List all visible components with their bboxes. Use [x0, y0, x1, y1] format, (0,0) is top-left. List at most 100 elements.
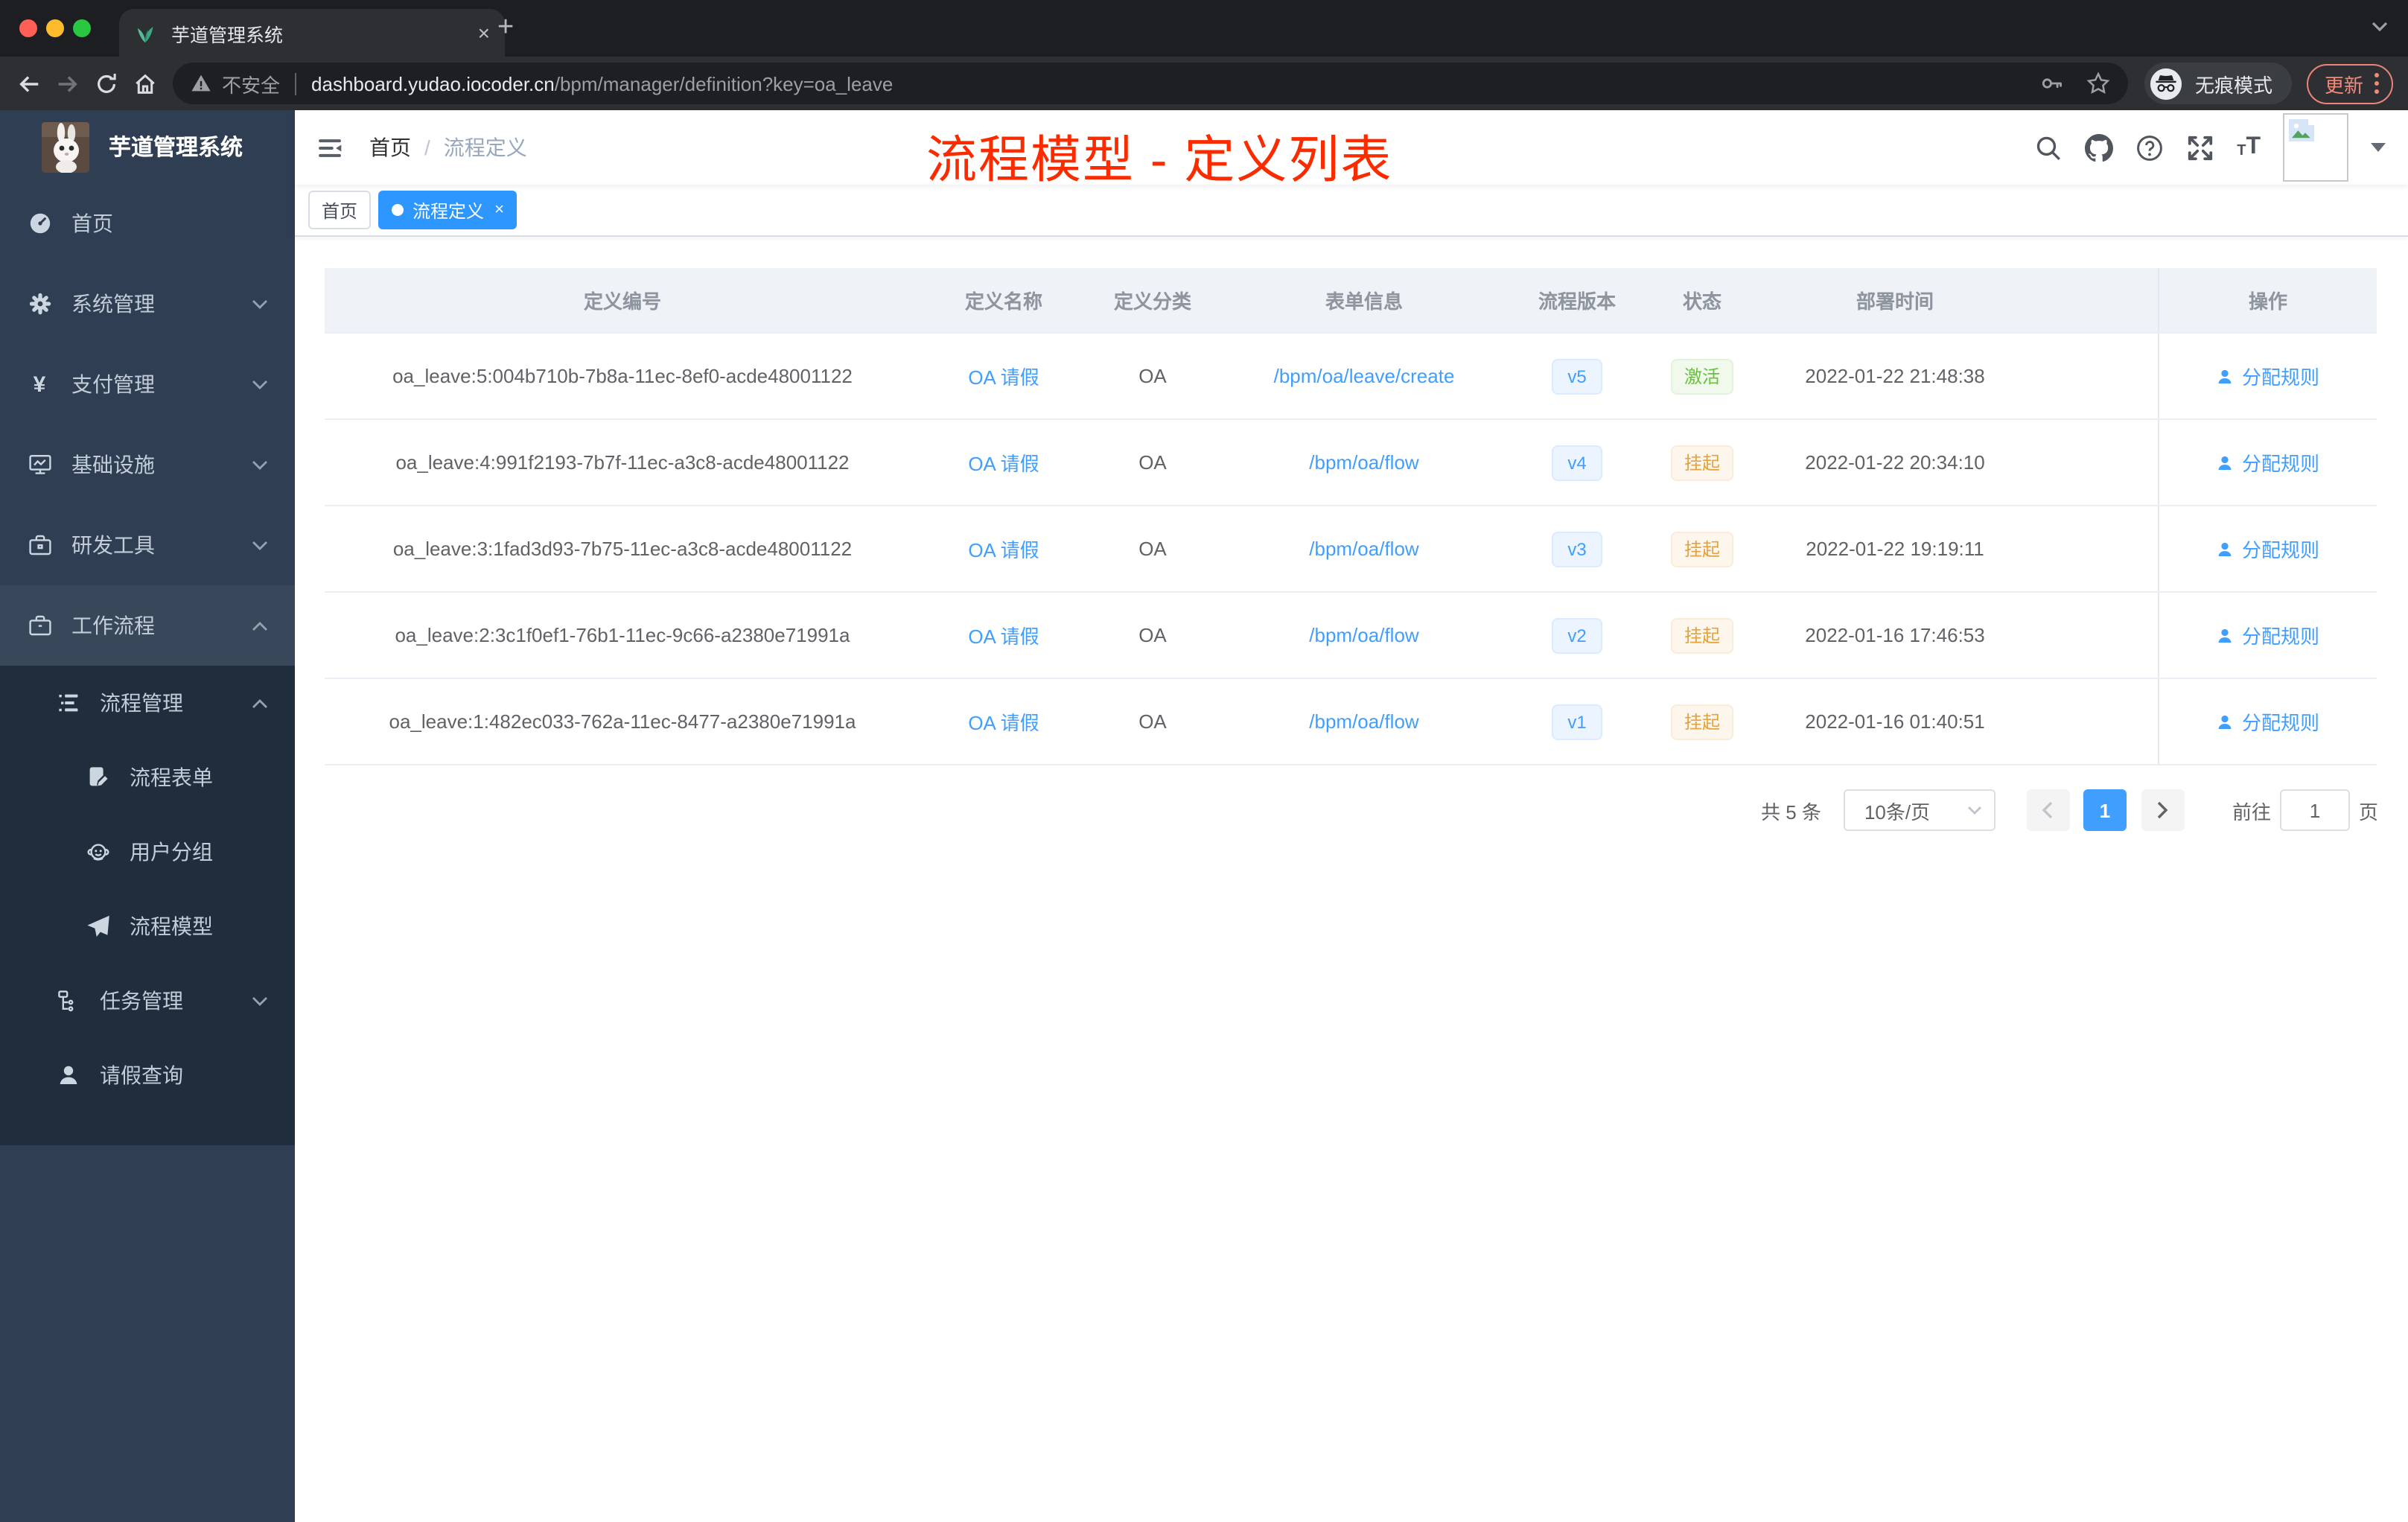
paper-plane-icon	[85, 914, 110, 938]
url-bar[interactable]: 不安全 dashboard.yudao.iocoder.cn/bpm/manag…	[173, 63, 2128, 104]
yen-icon: ¥	[33, 372, 46, 397]
sidebar-item-process-model[interactable]: 流程模型	[0, 889, 295, 964]
page-size-select[interactable]: 10条/页	[1843, 789, 1995, 831]
github-icon[interactable]	[2085, 133, 2114, 162]
version-badge: v3	[1551, 531, 1603, 567]
incognito-label: 无痕模式	[2194, 74, 2272, 96]
org-tree-icon	[55, 989, 80, 1013]
assign-rule-button[interactable]: 分配规则	[2217, 535, 2319, 563]
table-header: 定义编号 定义名称 定义分类 表单信息 流程版本 状态 部署时间 操作	[325, 268, 2377, 334]
user-icon	[55, 1063, 80, 1087]
definition-id: oa_leave:5:004b710b-7b8a-11ec-8ef0-acde4…	[392, 365, 853, 387]
goto-page-input[interactable]	[2279, 789, 2350, 831]
sidebar-item-user-group[interactable]: 用户分组	[0, 815, 295, 889]
total-count: 共 5 条	[1761, 800, 1821, 823]
content: 定义编号 定义名称 定义分类 表单信息 流程版本 状态 部署时间 操作 oa_l…	[295, 237, 2408, 1522]
fullscreen-icon[interactable]	[2186, 133, 2214, 162]
sidebar-item-payment[interactable]: ¥ 支付管理	[0, 344, 295, 424]
forward-icon[interactable]	[48, 64, 86, 103]
sidebar-item-devtools[interactable]: 研发工具	[0, 505, 295, 585]
sidebar-item-process-mgmt[interactable]: 流程管理	[0, 666, 295, 740]
definition-name-link[interactable]: OA 请假	[968, 362, 1039, 390]
definition-name-link[interactable]: OA 请假	[968, 535, 1039, 563]
form-link[interactable]: /bpm/oa/flow	[1309, 710, 1418, 733]
current-page-button[interactable]: 1	[2083, 789, 2127, 831]
deploy-time: 2022-01-22 21:48:38	[1805, 365, 1985, 387]
home-icon[interactable]	[125, 64, 164, 103]
tab-search-chevron-icon[interactable]	[2371, 21, 2389, 33]
chevron-down-icon	[252, 540, 268, 550]
back-icon[interactable]	[9, 64, 48, 103]
status-badge: 激活	[1670, 358, 1733, 394]
form-link[interactable]: /bpm/oa/flow	[1309, 624, 1418, 646]
window-controls[interactable]	[19, 19, 91, 37]
tag-home[interactable]: 首页	[308, 191, 372, 229]
workflow-submenu: 流程管理 流程表单 用户分组 流程模型 任务管理 请假查询	[0, 666, 295, 1145]
minimize-window-button[interactable]	[46, 19, 64, 37]
font-size-icon[interactable]: TT	[2237, 135, 2261, 159]
sidebar-item-home[interactable]: 首页	[0, 183, 295, 264]
deploy-time: 2022-01-16 17:46:53	[1805, 624, 1985, 646]
security-label[interactable]: 不安全	[222, 69, 280, 98]
maximize-window-button[interactable]	[73, 19, 91, 37]
sidebar-item-leave-query[interactable]: 请假查询	[0, 1038, 295, 1112]
person-icon	[2219, 369, 2232, 383]
assign-rule-button[interactable]: 分配规则	[2217, 707, 2319, 736]
user-group-icon	[85, 840, 110, 864]
star-icon[interactable]	[2086, 71, 2110, 95]
assign-rule-button[interactable]: 分配规则	[2217, 621, 2319, 649]
version-badge: v5	[1551, 358, 1603, 394]
browser-tab[interactable]: 芋道管理系统 ×	[119, 9, 505, 57]
gear-icon	[27, 292, 52, 316]
definition-id: oa_leave:1:482ec033-762a-11ec-8477-a2380…	[389, 710, 856, 733]
chevron-down-icon	[252, 299, 268, 309]
navbar-right-menu: TT	[2034, 113, 2408, 182]
definition-name-link[interactable]: OA 请假	[968, 448, 1039, 477]
kebab-icon[interactable]	[2374, 71, 2380, 95]
url-path: /bpm/manager/definition?key=oa_leave	[554, 72, 894, 95]
reload-icon[interactable]	[86, 64, 125, 103]
sidebar-item-task-mgmt[interactable]: 任务管理	[0, 964, 295, 1038]
form-link[interactable]: /bpm/oa/flow	[1309, 538, 1418, 560]
sidebar-logo[interactable]: 芋道管理系统	[0, 110, 295, 183]
close-window-button[interactable]	[19, 19, 37, 37]
new-tab-button[interactable]: +	[497, 12, 514, 45]
help-icon[interactable]	[2135, 133, 2164, 162]
sidebar-item-infra[interactable]: 基础设施	[0, 424, 295, 505]
sidebar-item-workflow[interactable]: 工作流程	[0, 585, 295, 666]
chevron-up-icon	[252, 698, 268, 708]
hamburger-icon[interactable]	[295, 135, 357, 160]
version-badge: v1	[1551, 704, 1603, 739]
prev-page-button[interactable]	[2026, 789, 2070, 831]
logo-title: 芋道管理系统	[109, 136, 243, 161]
definition-category: OA	[1138, 538, 1167, 560]
form-link[interactable]: /bpm/oa/flow	[1309, 451, 1418, 474]
version-badge: v4	[1551, 445, 1603, 480]
status-badge: 挂起	[1670, 445, 1733, 480]
assign-rule-button[interactable]: 分配规则	[2217, 448, 2319, 477]
tag-close-icon[interactable]: ×	[494, 201, 504, 218]
next-page-button[interactable]	[2141, 789, 2185, 831]
version-badge: v2	[1551, 617, 1603, 653]
avatar[interactable]	[2283, 113, 2348, 182]
incognito-badge: 无痕模式	[2144, 63, 2292, 104]
caret-icon[interactable]	[2371, 143, 2386, 152]
form-link[interactable]: /bpm/oa/leave/create	[1274, 365, 1455, 387]
person-icon	[2219, 455, 2232, 469]
screen: 芋道管理系统 × + 不安全 dashboard.yudao.iocoder.c…	[0, 0, 2408, 1522]
tags-view: 首页 流程定义 ×	[295, 185, 2408, 237]
update-button[interactable]: 更新	[2306, 63, 2393, 104]
definition-name-link[interactable]: OA 请假	[968, 621, 1039, 649]
definition-name-link[interactable]: OA 请假	[968, 707, 1039, 736]
assign-rule-button[interactable]: 分配规则	[2217, 362, 2319, 390]
tab-close-icon[interactable]: ×	[478, 22, 490, 43]
table-row: oa_leave:2:3c1f0ef1-76b1-11ec-9c66-a2380…	[325, 593, 2377, 679]
chevron-down-icon	[252, 379, 268, 389]
definition-table: 定义编号 定义名称 定义分类 表单信息 流程版本 状态 部署时间 操作 oa_l…	[325, 268, 2377, 765]
tag-process-definition[interactable]: 流程定义 ×	[378, 191, 517, 229]
key-icon[interactable]	[2040, 71, 2064, 95]
search-icon[interactable]	[2034, 133, 2063, 162]
sidebar-item-process-form[interactable]: 流程表单	[0, 740, 295, 815]
breadcrumb-home[interactable]: 首页	[369, 133, 411, 162]
sidebar-item-system[interactable]: 系统管理	[0, 264, 295, 344]
